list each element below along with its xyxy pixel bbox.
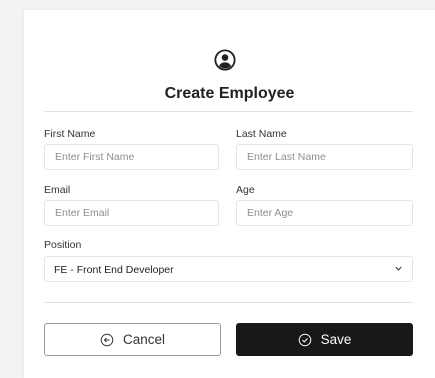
position-label: Position <box>44 239 82 251</box>
email-label: Email <box>44 184 71 196</box>
page-title: Create Employee <box>164 85 295 102</box>
last-name-input[interactable] <box>236 144 413 170</box>
arrow-left-circle-icon <box>100 333 114 346</box>
create-employee-card: Create Employee First Name Last Name Ema… <box>24 10 435 378</box>
last-name-label: Last Name <box>236 128 287 140</box>
save-button[interactable]: Save <box>236 323 413 356</box>
first-name-input[interactable] <box>44 144 219 170</box>
form-header: Create Employee <box>24 10 435 122</box>
age-label: Age <box>236 184 255 196</box>
age-input[interactable] <box>236 200 413 226</box>
email-input[interactable] <box>44 200 219 226</box>
position-selected-value: FE - Front End Developer <box>54 264 174 276</box>
position-select[interactable]: FE - Front End Developer <box>44 256 413 282</box>
user-circle-icon <box>214 49 236 71</box>
cancel-button[interactable]: Cancel <box>44 323 221 356</box>
check-circle-icon <box>298 333 311 346</box>
footer-divider <box>44 302 413 303</box>
save-button-label: Save <box>320 332 352 347</box>
first-name-label: First Name <box>44 128 96 140</box>
header-divider <box>44 111 413 112</box>
cancel-button-label: Cancel <box>122 332 166 347</box>
chevron-down-icon <box>395 266 402 271</box>
